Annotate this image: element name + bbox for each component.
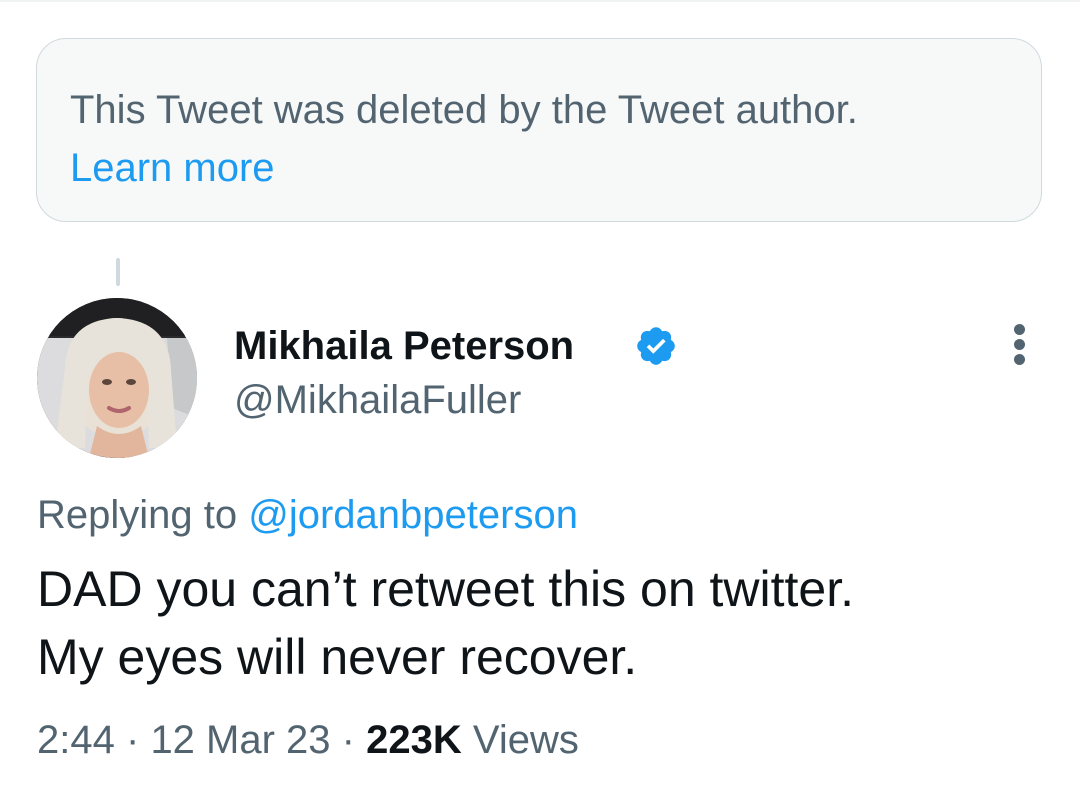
verified-badge-icon [637,327,675,365]
author-display-name[interactable]: Mikhaila Peterson [234,318,574,374]
thread-connector-line [116,258,120,286]
top-divider [0,0,1080,2]
views-label: Views [472,718,579,762]
tweet-text-line: DAD you can’t retweet this on twitter. [37,561,855,617]
meta-separator: · [125,718,140,762]
views-count[interactable]: 223K [366,718,462,762]
tweet-date[interactable]: 12 Mar 23 [150,718,330,762]
avatar[interactable] [37,298,197,458]
learn-more-link[interactable]: Learn more [70,139,1041,197]
deleted-tweet-notice: This Tweet was deleted by the Tweet auth… [36,38,1042,222]
tweet-body: DAD you can’t retweet this on twitter. M… [37,555,1047,691]
tweet-time[interactable]: 2:44 [37,718,115,762]
replying-to-line: Replying to @jordanbpeterson [37,487,578,543]
more-options-button[interactable] [1004,320,1036,368]
deleted-notice-text: This Tweet was deleted by the Tweet auth… [70,88,858,132]
replying-to-mention-link[interactable]: @jordanbpeterson [248,493,578,537]
author-handle[interactable]: @MikhailaFuller [234,372,521,428]
replying-to-label: Replying to [37,493,238,537]
tweet-meta: 2:44 · 12 Mar 23 · 223K Views [37,712,579,768]
avatar-image [37,298,197,458]
tweet-text-line: My eyes will never recover. [37,629,638,685]
meta-separator: · [341,718,355,762]
